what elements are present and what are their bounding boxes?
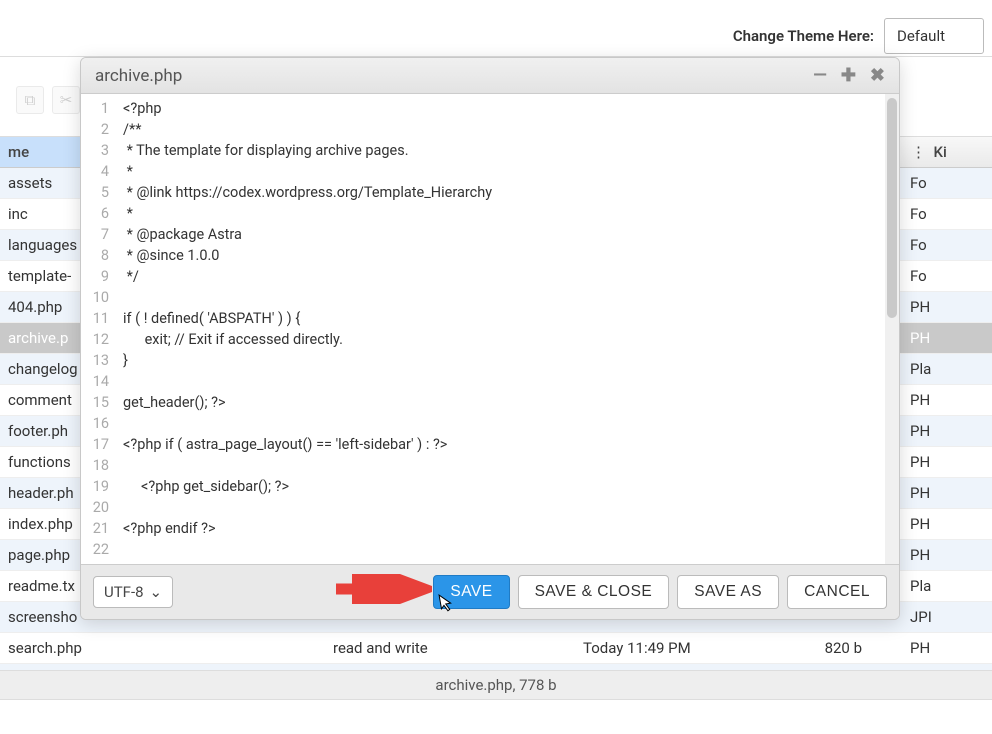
maximize-icon[interactable]: ✚ — [841, 65, 856, 86]
modal-title: archive.php — [95, 66, 813, 86]
table-row[interactable]: search.phpread and writeToday 11:49 PM82… — [0, 633, 992, 664]
theme-bar: Change Theme Here: Default — [0, 18, 992, 54]
close-icon[interactable]: ✖ — [870, 65, 885, 86]
minimize-icon[interactable]: — — [813, 65, 827, 86]
scrollbar-thumb[interactable] — [887, 98, 897, 318]
save-button[interactable]: SAVE — [433, 575, 509, 609]
chevron-down-icon: ⌄ — [150, 583, 163, 601]
cut-icon[interactable]: ✂ — [52, 86, 80, 114]
status-bar: archive.php, 778 b — [0, 670, 992, 700]
file-toolbar: ⧉ ✂ — [16, 86, 80, 114]
editor-modal: archive.php — ✚ ✖ 1234567891011121314151… — [80, 57, 900, 620]
code-content[interactable]: <?php/** * The template for displaying a… — [115, 94, 885, 564]
cancel-button[interactable]: CANCEL — [787, 575, 887, 609]
modal-header: archive.php — ✚ ✖ — [81, 58, 899, 94]
save-as-button[interactable]: SAVE AS — [677, 575, 779, 609]
code-editor[interactable]: 12345678910111213141516171819202122 <?ph… — [81, 94, 899, 564]
scrollbar[interactable] — [885, 94, 899, 564]
encoding-select[interactable]: UTF-8 ⌄ — [93, 576, 173, 608]
theme-label: Change Theme Here: — [733, 27, 874, 45]
line-gutter: 12345678910111213141516171819202122 — [81, 94, 115, 564]
copy-icon[interactable]: ⧉ — [16, 86, 44, 114]
theme-select[interactable]: Default — [884, 18, 984, 54]
save-close-button[interactable]: SAVE & CLOSE — [518, 575, 670, 609]
modal-footer: UTF-8 ⌄ SAVE SAVE & CLOSE SAVE AS CANCEL — [81, 564, 899, 619]
